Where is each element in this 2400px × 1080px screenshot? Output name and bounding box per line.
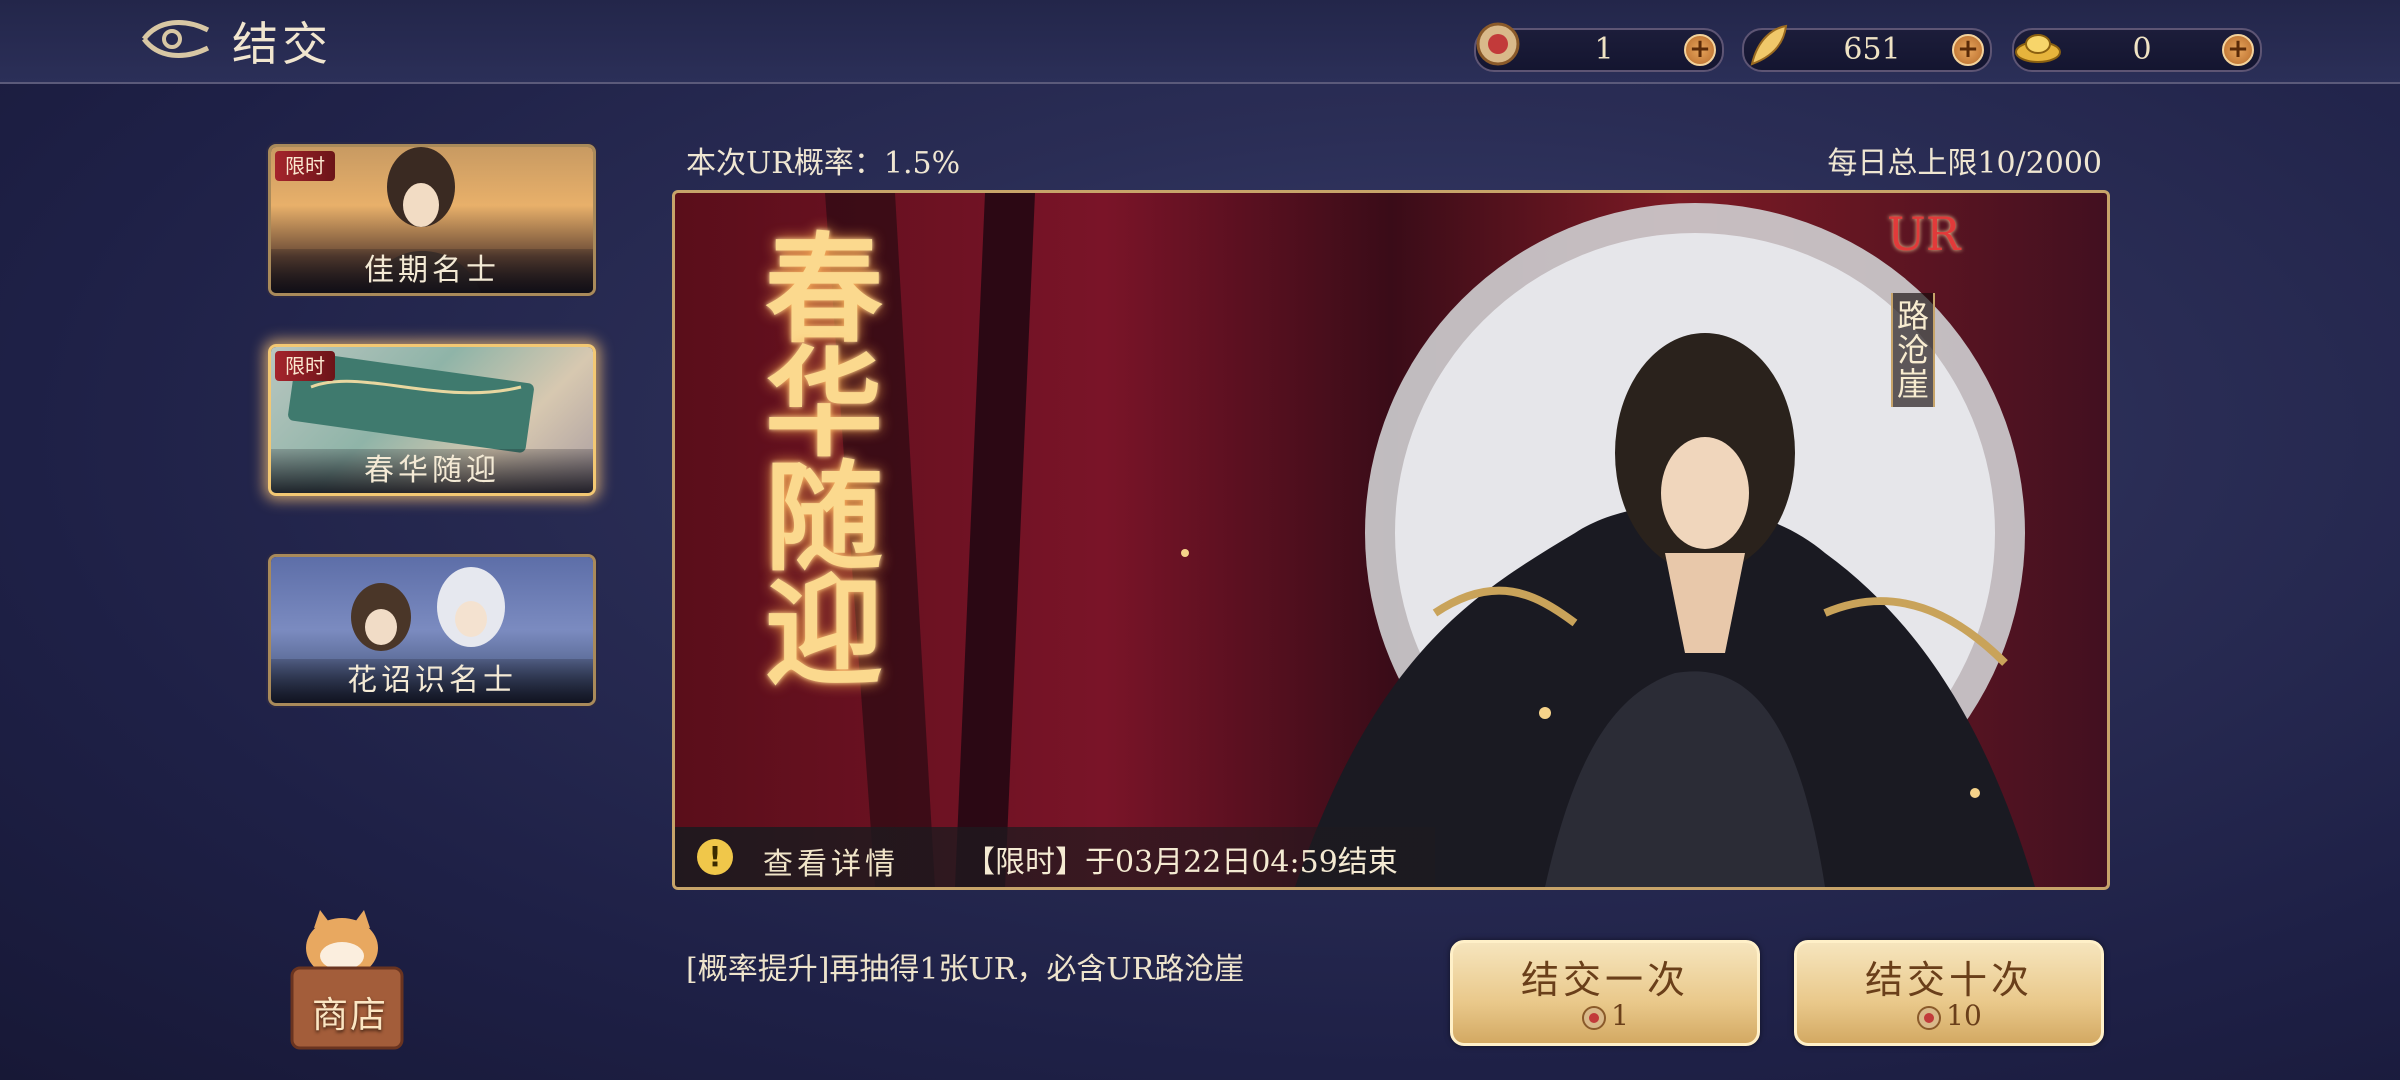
add-ingot-button[interactable]: +	[2222, 34, 2254, 66]
feather-icon	[1740, 18, 1796, 74]
daily-limit-text: 每日总上限10/2000	[1827, 146, 2102, 181]
view-details-button[interactable]: 查看详情	[763, 839, 899, 883]
limited-badge: 限时	[275, 151, 335, 181]
page-title: 结交	[232, 17, 332, 71]
pull-ten-button[interactable]: 结交十次 10	[1794, 940, 2104, 1046]
limited-badge: 限时	[275, 351, 335, 381]
token-coin-icon	[1581, 1005, 1607, 1031]
ur-rate-text: 本次UR概率：1.5%	[686, 146, 961, 181]
back-arrow-icon[interactable]	[138, 14, 214, 64]
pull-ten-label: 结交十次	[1864, 958, 2033, 1002]
tab-chunhua-suiying[interactable]: 限时 春华随迎	[268, 344, 596, 496]
token-coin-icon	[1916, 1005, 1942, 1031]
tab-huazhao-shi-mingshi[interactable]: 花诏识名士	[268, 554, 596, 706]
add-token-button[interactable]: +	[1684, 34, 1716, 66]
pull-once-button[interactable]: 结交一次 1	[1450, 940, 1760, 1046]
resource-feather-value: 651	[1843, 32, 1901, 67]
banner-title: 春华随迎	[765, 220, 884, 701]
token-coin-icon	[1472, 18, 1528, 74]
end-time-text: 【限时】于03月22日04:59结束	[965, 845, 1398, 880]
banner-info-bar: ! 查看详情 【限时】于03月22日04:59结束	[675, 827, 1435, 887]
resource-token: 1 +	[1474, 22, 1724, 72]
shop-label: 商店	[312, 995, 389, 1036]
pull-once-cost: 1	[1453, 999, 1757, 1032]
rate-up-hint: [概率提升]再抽得1张UR，必含UR路沧崖	[686, 952, 1245, 987]
gold-ingot-icon	[2010, 18, 2066, 74]
pull-once-cost-value: 1	[1611, 999, 1629, 1032]
pull-ten-cost: 10	[1797, 999, 2101, 1032]
add-feather-button[interactable]: +	[1952, 34, 1984, 66]
resource-token-value: 1	[1594, 32, 1614, 67]
character-name: 路沧崖	[1891, 293, 1935, 407]
resource-feather: 651 +	[1742, 24, 1992, 72]
resource-ingot: 0 +	[2012, 28, 2262, 72]
pull-once-label: 结交一次	[1520, 958, 1689, 1002]
info-icon[interactable]: !	[697, 839, 733, 875]
tab-label: 春华随迎	[271, 449, 593, 493]
tab-jiaqi-mingshi[interactable]: 限时 佳期名士	[268, 144, 596, 296]
tab-label: 佳期名士	[271, 249, 593, 293]
pull-ten-cost-value: 10	[1946, 999, 1982, 1032]
tab-label: 花诏识名士	[271, 659, 593, 703]
resource-ingot-value: 0	[2132, 32, 2152, 67]
rarity-label: UR	[1887, 207, 1961, 261]
gacha-banner: 春华随迎 UR 路沧崖 ! 查看详情 【限时】于03月22日04:59结束	[672, 190, 2110, 890]
